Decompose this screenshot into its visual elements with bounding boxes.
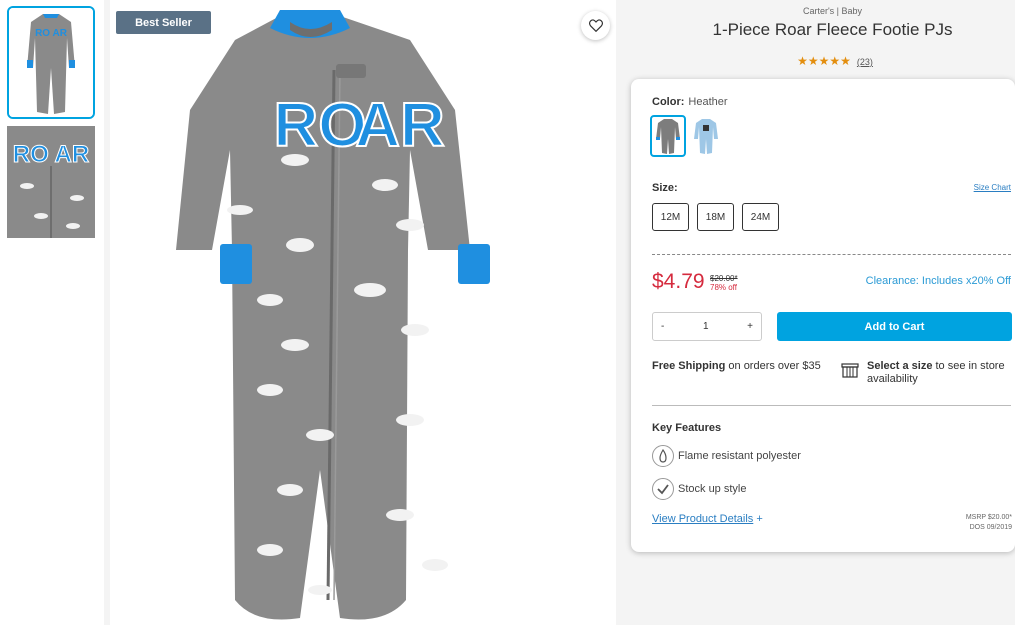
swatch-blue[interactable] xyxy=(688,115,724,157)
size-label: Size: xyxy=(652,182,678,194)
feature-flame-resistant: Flame resistant polyester xyxy=(652,445,801,467)
divider-dashed xyxy=(652,254,1011,255)
feature-label: Stock up style xyxy=(678,483,747,495)
original-price: $20.00* xyxy=(710,274,738,283)
size-option-12m[interactable]: 12M xyxy=(652,203,689,231)
svg-text:RO AR: RO AR xyxy=(35,28,68,39)
svg-text:RO: RO xyxy=(274,91,367,160)
size-option-18m[interactable]: 18M xyxy=(697,203,734,231)
size-chart-link[interactable]: Size Chart xyxy=(974,183,1011,192)
thumbnail-closeup[interactable]: RO AR xyxy=(7,126,95,238)
color-value: Heather xyxy=(688,96,728,108)
increment-button[interactable]: + xyxy=(747,321,753,332)
thumbnail-full-pajama[interactable]: RO AR xyxy=(7,6,95,119)
size-options: 12M 18M 24M xyxy=(652,203,779,231)
product-title: 1-Piece Roar Fleece Footie PJs xyxy=(712,20,953,39)
view-product-details[interactable]: View Product Details + xyxy=(652,513,763,525)
clearance-note: Clearance: Includes x20% Off xyxy=(865,275,1011,287)
brand-label: Carter's | Baby xyxy=(802,6,863,16)
swatch-heather[interactable] xyxy=(650,115,686,157)
store-availability: Select a size to see in store availabili… xyxy=(867,360,1012,386)
color-label: Color: xyxy=(652,96,685,108)
checkmark-icon xyxy=(652,478,674,500)
star-rating-icon: ★★★★★ xyxy=(797,54,851,68)
msrp-value: MSRP $20.00* xyxy=(965,514,1012,521)
shipping-info: Free Shipping on orders over $35 xyxy=(652,360,822,373)
size-option-24m[interactable]: 24M xyxy=(742,203,779,231)
flame-icon xyxy=(652,445,674,467)
purchase-panel: Color: Heather Size: Size Chart 12M 18M 2… xyxy=(631,79,1015,552)
current-price: $4.79 xyxy=(652,270,705,293)
view-details-link[interactable]: View Product Details xyxy=(652,513,753,525)
svg-text:RO AR: RO AR xyxy=(13,141,89,168)
msrp-info: MSRP $20.00* DOS 09/2019 xyxy=(966,513,1012,533)
quantity-value[interactable]: 1 xyxy=(703,321,709,332)
feature-stock-up: Stock up style xyxy=(652,478,746,500)
quantity-stepper: - 1 + xyxy=(652,312,762,341)
shipping-bold: Free Shipping xyxy=(652,360,726,372)
dos-value: DOS 09/2019 xyxy=(969,524,1012,531)
rating: ★★★★★ (23) xyxy=(760,54,910,68)
key-features-title: Key Features xyxy=(652,422,722,434)
svg-text:AR: AR xyxy=(355,91,445,160)
product-page: RO AR RO AR RO AR Best Seller Carter's |… xyxy=(0,0,1015,625)
color-row: Color: Heather xyxy=(652,96,728,108)
store-bold[interactable]: Select a size xyxy=(867,360,932,372)
store-icon xyxy=(841,362,859,383)
divider xyxy=(652,405,1011,406)
percent-off: 78% off xyxy=(710,283,737,292)
feature-label: Flame resistant polyester xyxy=(678,450,801,462)
review-count-link[interactable]: (23) xyxy=(857,57,873,67)
heart-icon xyxy=(588,19,603,32)
add-to-cart-button[interactable]: Add to Cart xyxy=(777,312,1012,341)
pajama-illustration: RO AR xyxy=(176,10,490,620)
favorite-button[interactable] xyxy=(581,11,610,40)
best-seller-badge: Best Seller xyxy=(116,11,211,34)
expand-plus-icon[interactable]: + xyxy=(756,513,762,525)
decrement-button[interactable]: - xyxy=(661,321,664,332)
thumbnail-rail: RO AR RO AR xyxy=(0,0,104,625)
shipping-text: on orders over $35 xyxy=(725,360,821,372)
main-product-image: RO AR Best Seller xyxy=(110,0,616,625)
